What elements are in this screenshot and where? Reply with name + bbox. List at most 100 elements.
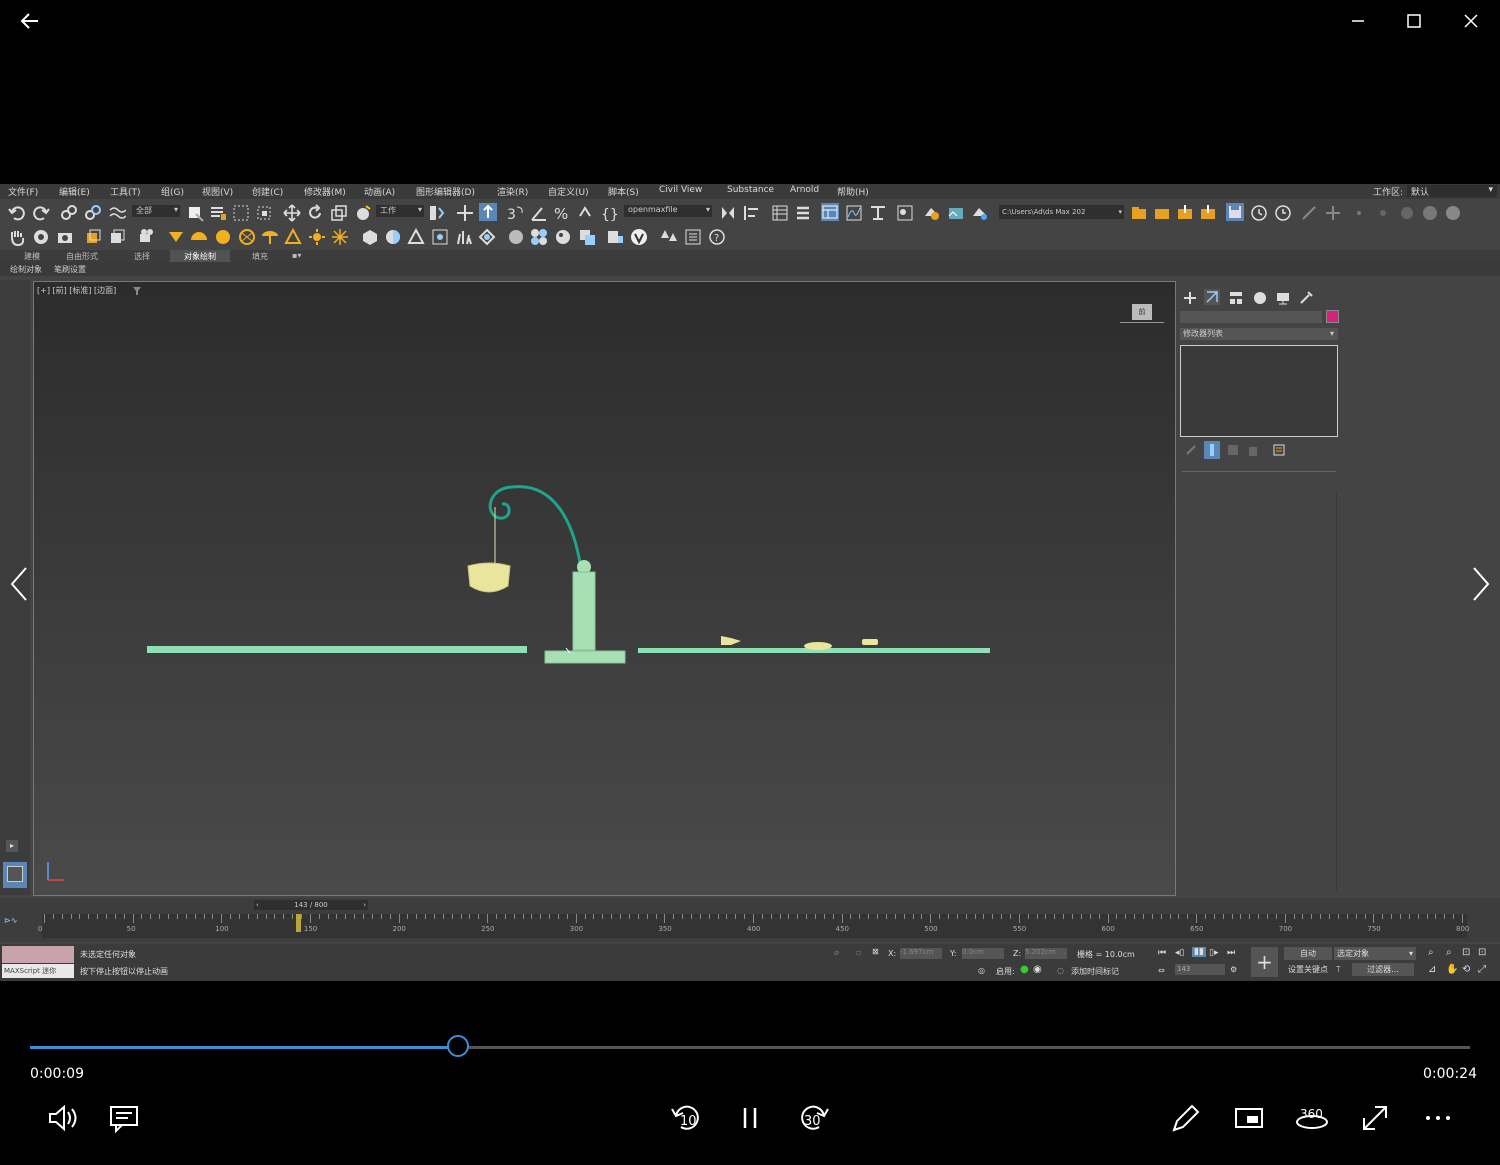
sphere-light-icon[interactable] <box>214 228 232 246</box>
menu-rendering[interactable]: 渲染(R) <box>497 185 528 198</box>
cube-icon[interactable] <box>361 228 379 246</box>
maximize-viewport-icon[interactable]: ⤢ <box>1478 964 1486 975</box>
pause-button[interactable] <box>730 1098 770 1138</box>
modify-tab-icon[interactable] <box>1204 289 1220 305</box>
zoom-extents-icon[interactable]: ⊡ <box>1462 947 1470 958</box>
subtitles-button[interactable] <box>104 1098 144 1138</box>
isolate-icon[interactable]: ▫ <box>856 948 861 957</box>
key-tangent-icon[interactable]: ⟙ <box>1336 965 1341 975</box>
more-button[interactable] <box>1418 1098 1458 1138</box>
menu-edit[interactable]: 编辑(E) <box>59 185 90 198</box>
menu-tools[interactable]: 工具(T) <box>110 185 141 198</box>
viewport-layout-button[interactable] <box>3 862 27 888</box>
place-icon[interactable] <box>354 204 372 222</box>
utilities-tab-icon[interactable] <box>1298 290 1314 306</box>
umbrella-light-icon[interactable] <box>190 228 208 246</box>
snaps-toggle-icon[interactable]: 3 <box>506 204 524 222</box>
angle-snap-icon[interactable] <box>530 204 548 222</box>
auto-key-button[interactable]: 自动 <box>1284 947 1332 960</box>
360-button[interactable]: 360 <box>1292 1098 1332 1138</box>
named-selection-dropdown[interactable]: openmaxfile ▾ <box>624 205 712 217</box>
coord-y-field[interactable]: 0.0cm <box>962 948 1004 959</box>
go-to-end-icon[interactable]: ⏭ <box>1227 948 1235 958</box>
ribbon-tab-populate[interactable]: 填充 <box>252 251 268 262</box>
lamp-pole-object[interactable] <box>572 571 596 651</box>
proxy-icon[interactable] <box>407 228 425 246</box>
pin-icon[interactable] <box>1324 204 1342 222</box>
star-light-icon[interactable] <box>331 228 349 246</box>
scatter-icon[interactable] <box>431 228 449 246</box>
percent-snap-icon[interactable]: % <box>553 204 571 222</box>
menu-civil-view[interactable]: Civil View <box>659 185 702 195</box>
material-map-icon[interactable] <box>578 228 596 246</box>
menu-view[interactable]: 视图(V) <box>202 185 233 198</box>
zoom-icon[interactable]: ⌕ <box>1428 947 1434 958</box>
pin-stack-icon[interactable] <box>1184 443 1198 457</box>
sphere-render-icon[interactable] <box>384 228 402 246</box>
field-of-view-icon[interactable]: ⊿ <box>1428 964 1436 975</box>
notes-icon[interactable] <box>684 228 702 246</box>
hand-icon[interactable] <box>8 228 26 246</box>
track-bar-toggle-icon[interactable]: ⊳∿ <box>0 914 30 938</box>
lock-selection-icon[interactable]: ⌀ <box>834 948 839 957</box>
small-prop-object[interactable] <box>721 636 741 645</box>
skip-forward-button[interactable]: 30 <box>794 1098 834 1138</box>
toggle-ribbon-icon[interactable] <box>821 203 839 221</box>
hierarchy-tab-icon[interactable] <box>1228 290 1244 306</box>
key-mode-toggle-icon[interactable]: ⇔ <box>1158 966 1165 975</box>
vray-icon[interactable] <box>630 228 648 246</box>
lamp-base-object[interactable] <box>544 650 626 664</box>
rectangular-selection-icon[interactable] <box>232 204 250 222</box>
time-tag-icon[interactable]: ◌ <box>1057 966 1064 975</box>
mirror-icon[interactable] <box>719 204 737 222</box>
time-config-icon[interactable]: ⚙ <box>1230 965 1237 974</box>
minimize-button[interactable] <box>1343 6 1373 36</box>
set-key-label[interactable]: 设置关键点 <box>1284 963 1332 976</box>
menu-substance[interactable]: Substance <box>727 185 774 195</box>
add-time-tag[interactable]: 添加时间标记 <box>1071 966 1119 977</box>
help-icon[interactable]: ? <box>708 228 726 246</box>
camera-icon[interactable] <box>56 228 74 246</box>
redo-icon[interactable] <box>32 204 50 222</box>
object-color-swatch[interactable] <box>1326 310 1339 323</box>
material-editor-icon[interactable] <box>896 204 914 222</box>
undo-icon[interactable] <box>8 204 26 222</box>
menu-customize[interactable]: 自定义(U) <box>548 185 589 198</box>
ribbon-tab-freeform[interactable]: 自由形式 <box>66 251 98 262</box>
rotate-icon[interactable] <box>306 204 324 222</box>
menu-file[interactable]: 文件(F) <box>8 185 38 198</box>
project-folder-icon[interactable] <box>1130 204 1148 222</box>
select-by-name-icon[interactable] <box>209 204 227 222</box>
left-shelf-object[interactable] <box>147 646 527 653</box>
set-key-button[interactable]: + <box>1251 947 1278 977</box>
time-slider[interactable]: ‹ 143 / 800 › <box>254 900 368 910</box>
select-object-icon[interactable] <box>186 204 204 222</box>
selection-filter-dropdown[interactable]: 全部 ▾ <box>132 205 180 217</box>
export-icon[interactable] <box>1199 204 1217 222</box>
menu-modifiers[interactable]: 修改器(M) <box>304 185 346 198</box>
spinner-snap-icon[interactable] <box>576 204 594 222</box>
orbit-view-icon[interactable]: ⟲ <box>1462 964 1470 975</box>
reference-coord-dropdown[interactable]: 工作 ▾ <box>376 205 424 217</box>
chevron-left-icon[interactable] <box>8 566 30 602</box>
time-slider-left-arrow-icon[interactable]: ‹ <box>256 900 259 910</box>
absolute-mode-icon[interactable]: ⊠ <box>872 947 879 956</box>
pan-view-icon[interactable]: ✋ <box>1446 964 1458 975</box>
lamp-arm-object[interactable] <box>488 485 583 570</box>
display-tab-icon[interactable] <box>1275 290 1291 306</box>
render-production-icon[interactable] <box>971 204 989 222</box>
expand-arrow-icon[interactable]: ▸ <box>6 840 18 852</box>
open-file-icon[interactable] <box>1153 204 1171 222</box>
curve-editor-icon[interactable] <box>845 204 863 222</box>
ribbon-options-icon[interactable]: ▪▾ <box>292 251 301 260</box>
menu-help[interactable]: 帮助(H) <box>837 185 869 198</box>
menu-scripting[interactable]: 脚本(S) <box>608 185 639 198</box>
orbit-icon[interactable] <box>32 228 50 246</box>
spotlight-icon[interactable] <box>167 228 185 246</box>
front-viewport[interactable]: [+] [前] [标准] [边面] 前 <box>33 281 1176 896</box>
enable-indicator-icon[interactable]: ● <box>1020 964 1029 975</box>
menu-group[interactable]: 组(G) <box>161 185 184 198</box>
make-unique-icon[interactable] <box>1226 443 1240 457</box>
rendered-frame-icon[interactable] <box>947 204 965 222</box>
ribbon-tab-modeling[interactable]: 建模 <box>24 251 40 262</box>
